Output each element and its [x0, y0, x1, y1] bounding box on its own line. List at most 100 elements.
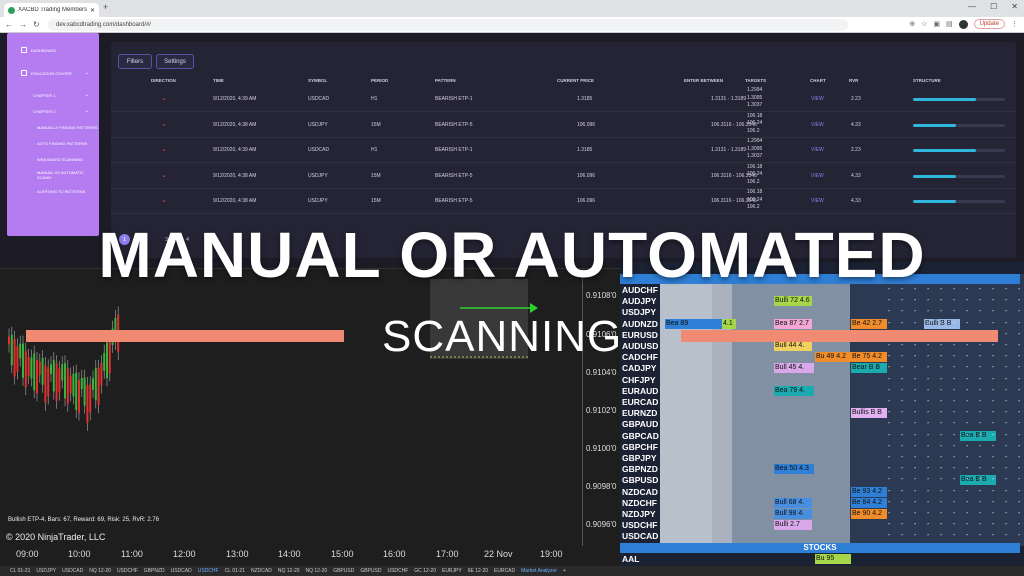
header-chart[interactable]: CHART [810, 78, 826, 83]
puzzle-icon[interactable]: ▤ [946, 20, 953, 28]
symbol-cell[interactable]: CADCHF [622, 352, 678, 363]
signal-cell[interactable]: Bull 68 4. [774, 497, 812, 508]
sidebar-item-chapter-1[interactable]: CHAPTER 1 ⌄ [7, 91, 99, 99]
header-enter-between[interactable]: ENTER BETWEEN [684, 78, 723, 83]
instrument-tab[interactable]: GBPUSD [333, 568, 354, 574]
header-structure[interactable]: STRUCTURE [913, 78, 941, 83]
star-icon[interactable]: ☆ [921, 20, 927, 28]
instrument-tab[interactable]: USDCHF [198, 568, 219, 574]
signal-cell[interactable]: Bulli 2.7 [774, 520, 812, 531]
header-targets[interactable]: TARGETS [745, 78, 766, 83]
view-chart-link[interactable]: VIEW [811, 198, 824, 204]
forward-icon[interactable]: → [19, 20, 27, 29]
price-chart[interactable]: 0.9108'0 0.9106'0 0.9104'0 0.9102'0 0.91… [0, 268, 620, 547]
symbol-cell[interactable]: GBPJPY [622, 453, 678, 464]
signal-cell[interactable]: Bull 45 4. [774, 363, 814, 374]
sidebar-item-auto-finding[interactable]: AUTO FINDING PATTERNS [7, 139, 99, 147]
instrument-tab[interactable]: CL 01-21 [10, 568, 30, 574]
filters-button[interactable]: Filters [118, 54, 152, 69]
instrument-tab[interactable]: GBPUSD [360, 568, 381, 574]
url-field[interactable]: dev.xabcdtrading.com/dashboard/#/ [48, 19, 848, 31]
table-row[interactable]: ⌄ 9/12/2020, 4:38 AM USDJPY 15M BEARISH ETP-… [111, 163, 1016, 189]
reload-icon[interactable]: ↻ [33, 20, 40, 29]
symbol-cell[interactable]: EURCAD [622, 397, 678, 408]
signal-cell[interactable]: Bu 95 [815, 554, 851, 564]
signal-cell[interactable]: Bu 49 4.2 [815, 352, 851, 363]
table-row[interactable]: ⌄ 9/12/2020, 4:38 AM USDJPY 15M BEARISH ETP-… [111, 188, 1016, 214]
menu-icon[interactable]: ⋮ [1011, 20, 1018, 28]
sidebar-item-manual-vs-auto[interactable]: MANUAL VS AUTOMATIC SCANN [7, 170, 99, 180]
view-chart-link[interactable]: VIEW [811, 173, 824, 179]
settings-button[interactable]: Settings [156, 54, 194, 69]
back-icon[interactable]: ← [5, 20, 13, 29]
signal-cell[interactable]: Bullis B B [851, 408, 887, 419]
sidebar-item-education-center[interactable]: EDUCATION CENTER ⌄ [7, 69, 99, 77]
symbol-cell[interactable]: EURAUD [622, 386, 678, 397]
update-button[interactable]: Update [973, 19, 1005, 29]
instrument-tab[interactable]: USDJPY [36, 568, 56, 574]
table-row[interactable]: ⌄ 9/12/2020, 4:39 AM USDCAD H1 BEARISH ETP-1… [111, 86, 1016, 112]
instrument-tab[interactable]: NZDCAD [251, 568, 272, 574]
symbol-cell[interactable]: NZDCAD [622, 487, 678, 498]
sidebar-item-alerting[interactable]: ALERTING TO PATTERNS [7, 187, 99, 195]
sidebar-item-manually-finding[interactable]: MANUALLY FINDING PATTERNS [7, 123, 99, 131]
window-close-icon[interactable]: ✕ [1011, 2, 1018, 11]
view-chart-link[interactable]: VIEW [811, 96, 824, 102]
header-rvr[interactable]: RVR [849, 78, 858, 83]
symbol-cell[interactable]: NZDCHF [622, 498, 678, 509]
instrument-tab[interactable]: EURJPY [442, 568, 462, 574]
signal-cell[interactable]: Bea 89 [665, 318, 727, 329]
header-current-price[interactable]: CURRENT PRICE [557, 78, 594, 83]
symbol-cell[interactable]: USDCHF [622, 520, 678, 531]
sidebar-item-web-scanning[interactable]: WEB BASED SCANNING [7, 155, 99, 163]
symbol-cell[interactable]: GBPCAD [622, 431, 678, 442]
signal-cell[interactable]: Bull 44 4. [774, 341, 812, 351]
maximize-icon[interactable]: ☐ [990, 2, 997, 11]
instrument-tab[interactable]: EURCAD [494, 568, 515, 574]
signal-cell[interactable]: Bea 50 4.3 [774, 464, 814, 475]
symbol-cell[interactable]: GBPNZD [622, 464, 678, 475]
symbol-cell[interactable]: GBPAUD [622, 419, 678, 430]
symbol-cell[interactable]: AAL [622, 554, 678, 565]
signal-cell[interactable]: Be 90 4.2 [851, 509, 887, 519]
instrument-tab[interactable]: USDCHF [117, 568, 138, 574]
header-direction[interactable]: DIRECTION [151, 78, 176, 83]
symbol-cell[interactable]: AUDUSD [622, 341, 678, 352]
symbol-cell[interactable]: CHFJPY [622, 375, 678, 386]
symbol-cell[interactable]: AUDJPY [622, 296, 678, 307]
instrument-tab[interactable]: Market Analyzer [521, 568, 557, 574]
symbol-cell[interactable]: GBPUSD [622, 475, 678, 486]
header-time[interactable]: TIME [213, 78, 224, 83]
signal-cell[interactable]: Be 42 2.7 [851, 318, 887, 329]
instrument-tab[interactable]: 6E 12-20 [468, 568, 488, 574]
browser-tab[interactable]: XACBD Trading Members Dashb... ✕ [4, 3, 99, 17]
sidebar-item-dashboard[interactable]: DASHBOARD [7, 46, 99, 54]
signal-cell[interactable]: Be 84 4.2 [851, 497, 887, 508]
minimize-icon[interactable]: — [968, 2, 976, 11]
symbol-cell[interactable]: EURUSD [622, 330, 678, 341]
instrument-tab[interactable]: CL 01-21 [225, 568, 245, 574]
instrument-tab[interactable]: NQ 12-20 [306, 568, 328, 574]
view-chart-link[interactable]: VIEW [811, 122, 824, 128]
extension-icon[interactable]: ▣ [933, 20, 940, 28]
table-row[interactable]: ⌄ 9/12/2020, 4:38 AM USDJPY 15M BEARISH ETP-… [111, 112, 1016, 138]
signal-cell[interactable]: Bear B B [851, 363, 887, 374]
symbol-cell[interactable]: GBPCHF [622, 442, 678, 453]
instrument-tab[interactable]: GC 12-20 [414, 568, 436, 574]
instrument-tab[interactable]: NQ 12-20 [89, 568, 111, 574]
view-chart-link[interactable]: VIEW [811, 147, 824, 153]
tab-close-icon[interactable]: ✕ [90, 7, 95, 14]
signal-cell[interactable]: Bea 79 4. [774, 385, 814, 396]
signal-cell[interactable]: Bulli 72 4.6 [774, 296, 812, 307]
sidebar-item-chapter-2[interactable]: CHAPTER 2 ⌄ [7, 107, 99, 115]
signal-cell[interactable]: Bea 87 2.7 [774, 318, 812, 329]
signal-cell[interactable]: Be 75 4.2 [851, 352, 887, 363]
symbol-cell[interactable]: CADJPY [622, 363, 678, 374]
signal-cell[interactable]: Bull 98 4. [774, 509, 812, 519]
instrument-tab[interactable]: GBPNZD [144, 568, 165, 574]
instrument-tab[interactable]: USDCAD [171, 568, 192, 574]
table-row[interactable]: ⌄ 9/12/2020, 4:39 AM USDCAD H1 BEARISH ETP-1… [111, 137, 1016, 163]
signal-cell[interactable]: 4.1 [722, 318, 736, 329]
header-pattern[interactable]: PATTERN [435, 78, 456, 83]
symbol-cell[interactable]: EURNZD [622, 408, 678, 419]
